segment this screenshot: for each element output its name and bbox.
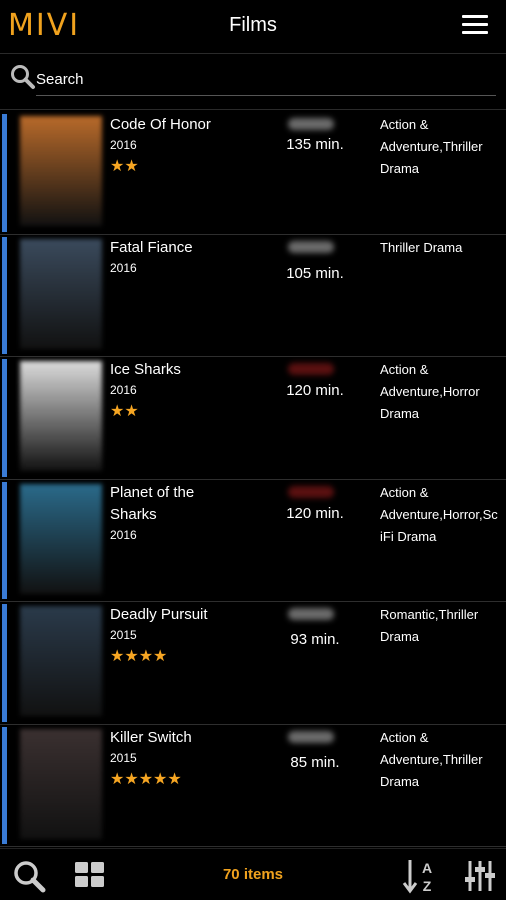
hamburger-menu-icon[interactable] [462,15,488,37]
row-accent-bar [2,236,7,354]
svg-text:Z: Z [423,878,432,894]
bottom-toolbar: 70 items A Z [0,848,506,900]
row-accent-bar [2,481,7,599]
film-poster[interactable] [20,728,102,839]
film-year: 2016 [110,138,137,152]
age-rating-badge [288,240,334,253]
film-poster[interactable] [20,483,102,594]
film-row[interactable]: Fatal Fiance 2016 105 min. Thriller Drama [0,235,506,357]
film-poster[interactable] [20,606,102,716]
film-year: 2015 [110,628,137,642]
film-list[interactable]: Code Of Honor 2016 ★★ 135 min. Action & Adve… [0,112,506,847]
film-duration: 93 min. [290,631,340,648]
age-rating-badge [288,608,334,620]
film-rating-stars: ★★ [110,403,139,420]
age-rating-badge [288,118,334,130]
sort-az-icon[interactable]: A Z [402,857,438,895]
film-duration: 120 min. [286,504,344,522]
filter-sliders-icon[interactable] [464,859,496,893]
search-icon[interactable] [10,64,36,90]
film-poster[interactable] [20,361,102,471]
row-accent-bar [2,114,7,232]
film-duration: 85 min. [290,753,340,771]
app-header: MIVI Films [0,0,506,54]
age-rating-badge [288,730,334,743]
film-title: Killer Switch [110,728,192,746]
film-row[interactable]: Ice Sharks 2016 ★★ 120 min. Action & Adventu… [0,357,506,480]
page-title: Films [229,14,277,36]
film-title: Deadly Pursuit [110,606,208,623]
row-accent-bar [2,359,7,477]
row-accent-bar [2,604,7,722]
film-genres: Action & Adventure,Thriller Drama [380,117,483,176]
film-title: Fatal Fiance [110,238,193,256]
search-bar [0,54,506,110]
film-genres: Romantic,Thriller Drama [380,607,479,644]
film-row[interactable]: Planet of the Sharks 2016 120 min. Action &… [0,480,506,602]
film-duration: 120 min. [286,382,344,399]
age-rating-badge [288,485,334,498]
row-accent-bar [2,726,7,844]
film-year: 2016 [110,260,137,275]
film-year: 2016 [110,383,137,397]
film-duration: 135 min. [286,136,344,153]
film-poster[interactable] [20,238,102,349]
film-rating-stars: ★★★★★ [110,770,182,788]
film-year: 2016 [110,527,137,542]
film-genres: Thriller Drama [380,239,463,255]
film-genres: Action & Adventure,Horror Drama [380,362,480,421]
film-duration: 105 min. [286,264,344,282]
film-rating-stars: ★★★★ [110,648,168,665]
search-input[interactable] [36,64,496,96]
svg-text:A: A [422,860,432,876]
film-title: Code Of Honor [110,116,211,133]
film-title: Ice Sharks [110,361,181,378]
film-row[interactable]: Code Of Honor 2016 ★★ 135 min. Action & Adve… [0,112,506,235]
age-rating-badge [288,363,334,375]
film-genres: Action & Adventure,Thriller Drama [380,729,483,789]
film-rating-stars: ★★ [110,158,139,175]
film-row[interactable]: Deadly Pursuit 2015 ★★★★ 93 min. Romantic,Th… [0,602,506,725]
film-row[interactable]: Killer Switch 2015 ★★★★★ 85 min. Action & Ad… [0,725,506,847]
film-genres: Action & Adventure,Horror,Sc iFi Drama [380,484,498,544]
film-poster[interactable] [20,116,102,226]
film-title: Planet of the Sharks [110,483,195,523]
film-year: 2015 [110,750,137,765]
